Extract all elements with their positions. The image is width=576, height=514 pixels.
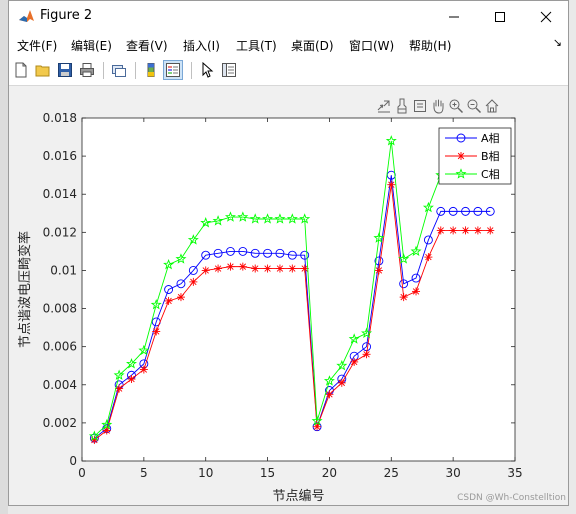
data-point: [152, 327, 161, 336]
toolbar-separator: [103, 62, 104, 79]
data-point: [350, 357, 359, 366]
background-window-strip: [0, 0, 8, 514]
menu-view[interactable]: 查看(V): [126, 37, 168, 54]
figure-window: Figure 2 文件(F) 编辑(E) 查看(V) 插入(I) 工具(T) 桌…: [8, 0, 569, 506]
legend-label: A相: [481, 132, 500, 145]
pointer-button[interactable]: [197, 60, 217, 80]
open-file-icon: [35, 65, 50, 77]
menu-window[interactable]: 窗口(W): [349, 37, 394, 54]
data-point: [412, 287, 421, 296]
legend-label: B相: [481, 150, 500, 163]
y-tick-label: 0.006: [43, 340, 77, 354]
print-button[interactable]: [77, 60, 97, 80]
figure-toolbar: [9, 56, 568, 86]
data-point: [263, 264, 272, 273]
legend[interactable]: A相 B相 C相: [438, 127, 512, 185]
data-point: [127, 375, 136, 384]
data-point: [238, 262, 247, 271]
menu-insert[interactable]: 插入(I): [183, 37, 220, 54]
link-icon: [112, 65, 126, 77]
data-point: [164, 296, 173, 305]
x-tick-label: 10: [198, 466, 213, 480]
save-icon: [58, 63, 72, 77]
line-chart: 0 5 10 15 20 25 30 35 0 0.002 0.004 0.006 0.008 0.01 0…: [17, 111, 523, 504]
data-point: [399, 293, 408, 302]
data-point: [288, 264, 297, 273]
menu-edit[interactable]: 编辑(E): [71, 37, 112, 54]
print-icon: [80, 63, 94, 77]
menu-overflow-icon[interactable]: ↘: [553, 36, 562, 49]
new-figure-icon: [15, 62, 27, 78]
data-point: [362, 350, 371, 359]
data-point: [139, 365, 148, 374]
y-tick-label: 0.002: [43, 416, 77, 430]
data-point: [374, 266, 383, 275]
data-point: [473, 226, 482, 235]
x-tick-label: 25: [384, 466, 399, 480]
data-point: [387, 180, 396, 189]
y-tick-label: 0.014: [43, 187, 77, 201]
data-point: [486, 226, 495, 235]
pointer-icon: [202, 62, 214, 78]
title-bar: Figure 2: [9, 1, 568, 32]
new-figure-button[interactable]: [11, 60, 31, 80]
data-point: [424, 253, 433, 262]
x-tick-label: 35: [507, 466, 522, 480]
menu-desktop[interactable]: 桌面(D): [291, 37, 334, 54]
y-tick-label: 0.016: [43, 149, 77, 163]
menu-bar: 文件(F) 编辑(E) 查看(V) 插入(I) 工具(T) 桌面(D) 窗口(W…: [9, 32, 568, 56]
data-point: [176, 293, 185, 302]
data-point: [251, 264, 260, 273]
matlab-logo-icon: [18, 8, 35, 25]
y-tick-label: 0.01: [50, 263, 77, 277]
x-tick-label: 15: [260, 466, 275, 480]
y-tick-label: 0.008: [43, 302, 77, 316]
open-file-button[interactable]: [33, 60, 53, 80]
legend-button[interactable]: [163, 60, 183, 80]
data-point: [214, 264, 223, 273]
data-point: [226, 262, 235, 271]
data-point: [275, 264, 284, 273]
x-tick-label: 0: [78, 466, 86, 480]
minimize-button[interactable]: [431, 1, 477, 32]
close-icon: [540, 11, 552, 22]
data-point: [449, 226, 458, 235]
data-point: [189, 277, 198, 286]
data-point: [201, 266, 210, 275]
colorbar-icon: [147, 63, 155, 77]
save-button[interactable]: [55, 60, 75, 80]
y-tick-label: 0.004: [43, 378, 77, 392]
menu-tools[interactable]: 工具(T): [236, 37, 277, 54]
data-point: [436, 226, 445, 235]
window-title: Figure 2: [40, 8, 93, 23]
maximize-button[interactable]: [477, 1, 523, 32]
x-axis-label: 节点编号: [272, 489, 324, 504]
y-tick-label: 0: [69, 454, 77, 468]
x-tick-label: 30: [446, 466, 461, 480]
legend-icon: [166, 63, 180, 77]
minimize-icon: [449, 16, 459, 17]
legend-label: C相: [481, 168, 500, 181]
link-button[interactable]: [109, 60, 129, 80]
legend-marker: [457, 152, 465, 160]
menu-help[interactable]: 帮助(H): [409, 37, 451, 54]
toolbar-separator: [191, 62, 192, 79]
toolbar-separator: [135, 62, 136, 79]
close-button[interactable]: [523, 1, 568, 32]
watermark: CSDN @Wh-Constelltion: [457, 493, 566, 503]
property-inspector-icon: [222, 63, 236, 77]
data-point: [337, 378, 346, 387]
colorbar-button[interactable]: [141, 60, 161, 80]
x-tick-label: 5: [140, 466, 148, 480]
y-tick-label: 0.018: [43, 111, 77, 125]
menu-file[interactable]: 文件(F): [17, 37, 57, 54]
maximize-icon: [495, 11, 505, 22]
property-inspector-button[interactable]: [219, 60, 239, 80]
y-axis-label: 节点谐波电压畸变率: [17, 231, 33, 348]
x-tick-label: 20: [322, 466, 337, 480]
data-point: [461, 226, 470, 235]
y-tick-label: 0.012: [43, 225, 77, 239]
